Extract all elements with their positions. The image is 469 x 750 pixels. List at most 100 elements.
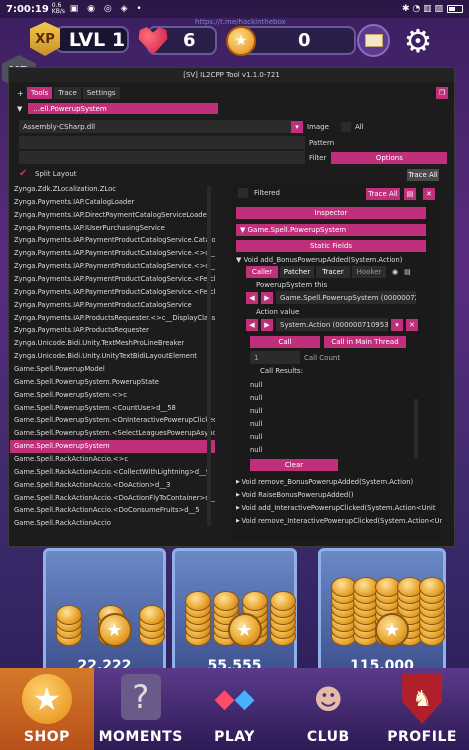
trace-all-button[interactable]: Trace All: [366, 188, 400, 200]
class-list-item[interactable]: Game.Spell.RackActionAccio.<DoActionFlyT…: [10, 492, 215, 505]
class-list-item[interactable]: Zynga.Payments.IAP.ProductsRequester.<>c…: [10, 312, 215, 325]
class-list-item[interactable]: Zynga.Payments.IAP.PaymentProductCatalog…: [10, 247, 215, 260]
class-list-item[interactable]: Game.Spell.PowerupSystem.<OnInteractiveP…: [10, 414, 215, 427]
class-list-item[interactable]: Zynga.Payments.IAP.PaymentProductCatalog…: [10, 286, 215, 299]
list-icon[interactable]: ▤: [404, 268, 411, 276]
class-list-item[interactable]: Game.Spell.PowerupSystem: [10, 440, 215, 454]
mail-button[interactable]: [357, 24, 390, 57]
nav-profile[interactable]: ♞ PROFILE: [375, 668, 469, 750]
tab-caller[interactable]: Caller: [246, 266, 278, 278]
filter-row: Filter Options: [19, 151, 448, 164]
close-icon[interactable]: ✕: [423, 188, 435, 200]
tab-tracer[interactable]: Tracer: [316, 266, 350, 278]
class-list-item[interactable]: Game.Spell.RackActionAccio.<CollectWithL…: [10, 466, 215, 479]
lives-count: 6: [183, 30, 196, 51]
call-count-input[interactable]: 1: [250, 351, 300, 364]
class-list-item[interactable]: Game.Spell.RackActionAccio.<>c: [10, 453, 215, 466]
collapse-arrow-icon[interactable]: ▼: [17, 105, 22, 113]
class-list-item[interactable]: Zynga.Unicode.Bidi.Unity.UnityTextBidiLa…: [10, 350, 215, 363]
coins-pill[interactable]: ★ 0: [226, 25, 356, 56]
call-count-row: 1 Call Count: [250, 351, 340, 364]
action-clear-icon[interactable]: ✕: [406, 318, 418, 331]
clear-button[interactable]: Clear: [250, 459, 338, 471]
tab-settings[interactable]: Settings: [82, 87, 120, 99]
trace-all-top-button[interactable]: Trace All: [407, 169, 439, 181]
action-dropdown-icon[interactable]: ▾: [391, 318, 403, 331]
assembly-select[interactable]: Assembly-CSharp.dll: [19, 120, 291, 133]
tab-trace[interactable]: Trace: [54, 87, 81, 99]
action-next-icon[interactable]: ▶: [261, 318, 273, 331]
coin-packs: ★ 22,222 ★ 55,555 ★ 115,000: [0, 548, 469, 674]
class-list-item[interactable]: Zynga.Payments.IAP.PaymentProductCatalog…: [10, 260, 215, 273]
call-results-list: null null null null null null: [250, 379, 410, 457]
window-menu-icon[interactable]: ❐: [436, 87, 448, 99]
filtered-checkbox[interactable]: [238, 188, 248, 198]
class-list-item[interactable]: Zynga.Payments.IAP.CatalogLoader: [10, 196, 215, 209]
method-row[interactable]: ▶ Void remove_InteractivePowerupClicked(…: [236, 514, 442, 527]
class-list: Zynga.Zdk.ZLocalization.ZLoc Zynga.Paymen…: [10, 183, 215, 535]
save-icon[interactable]: ▤: [404, 188, 416, 200]
watermark-url: https://t.me/hackinthebox: [195, 18, 286, 26]
action-value-field[interactable]: System.Action (000000710953b48: [276, 318, 388, 331]
nav-shop[interactable]: ★ SHOP: [0, 668, 94, 750]
class-list-item[interactable]: Game.Spell.RackActionAccio.<DoAction>d__…: [10, 479, 215, 492]
inspector-button[interactable]: Inspector: [236, 207, 426, 219]
class-list-item[interactable]: Game.Spell.PowerupSystem.<SelectLeaguesP…: [10, 427, 215, 440]
nav-play[interactable]: ◆ ◆ PLAY: [188, 668, 282, 750]
split-layout-checkbox[interactable]: ✔: [19, 169, 29, 179]
assembly-dropdown-icon[interactable]: ▾: [291, 120, 303, 133]
method-row[interactable]: ▶ Void remove_BonusPowerupAdded(System.A…: [236, 475, 442, 488]
class-list-item[interactable]: Zynga.Unicode.Bidi.Unity.TextMeshProLine…: [10, 337, 215, 350]
class-list-item[interactable]: Game.Spell.PowerupSystem.<CountUse>d__58: [10, 402, 215, 415]
shield-crest-icon: ♞: [402, 674, 443, 724]
class-list-item[interactable]: Zynga.Payments.IAP.ProductsRequester: [10, 324, 215, 337]
method-row[interactable]: ▶ Void RaiseBonusPowerupAdded(): [236, 488, 442, 501]
action-prev-icon[interactable]: ◀: [246, 318, 258, 331]
coin-icon: [241, 591, 268, 611]
coin-pack-card[interactable]: ★ 115,000: [318, 548, 446, 674]
results-scrollbar[interactable]: [414, 399, 418, 459]
class-list-item[interactable]: Zynga.Payments.IAP.IUserPurchasingServic…: [10, 222, 215, 235]
method-row[interactable]: ▶ Void add_InteractivePowerupClicked(Sys…: [236, 501, 442, 514]
target-icon[interactable]: ◉: [392, 268, 398, 276]
this-value-field[interactable]: Game.Spell.PowerupSystem (0000007266e: [276, 291, 416, 304]
level-pill[interactable]: LVL 1: [55, 26, 129, 53]
coin-icon: ★: [226, 25, 256, 56]
sub-tab-powerup-system[interactable]: ...ell.PowerupSystem: [28, 103, 219, 114]
call-button[interactable]: Call: [250, 336, 320, 348]
class-list-item[interactable]: Game.Spell.RackActionAccio.<DoConsumeFru…: [10, 504, 215, 517]
class-list-item[interactable]: Game.Spell.PowerupModel: [10, 363, 215, 376]
net-speed: 0.6 KB/s: [51, 2, 65, 15]
tab-patcher[interactable]: Patcher: [280, 266, 314, 278]
this-next-icon[interactable]: ▶: [261, 291, 273, 304]
class-list-scrollbar[interactable]: [207, 186, 211, 526]
call-result-item: null: [250, 394, 263, 402]
tab-hooker[interactable]: Hooker: [352, 266, 386, 278]
tab-tools[interactable]: Tools: [27, 87, 53, 99]
static-fields-button[interactable]: Static Fields: [236, 240, 426, 252]
class-list-item[interactable]: Zynga.Payments.IAP.DirectPaymentCatalogS…: [10, 209, 215, 222]
class-list-item[interactable]: Game.Spell.PowerupSystem.PowerupState: [10, 376, 215, 389]
class-list-item[interactable]: Zynga.Payments.IAP.PaymentProductCatalog…: [10, 299, 215, 312]
class-list-item[interactable]: Zynga.Payments.IAP.PaymentProductCatalog…: [10, 234, 215, 247]
options-button[interactable]: Options: [331, 151, 448, 164]
coin-pack-card[interactable]: ★ 55,555: [172, 548, 297, 674]
pattern-input[interactable]: [19, 136, 305, 149]
class-header[interactable]: ▼ Game.Spell.PowerupSystem: [236, 224, 426, 236]
coin-pack-card[interactable]: ★ 22,222: [43, 548, 166, 674]
tab-add[interactable]: +: [17, 89, 25, 98]
all-checkbox[interactable]: [340, 121, 351, 132]
this-prev-icon[interactable]: ◀: [246, 291, 258, 304]
nav-moments[interactable]: ? MOMENTS: [94, 668, 188, 750]
nav-club[interactable]: ☻ CLUB: [281, 668, 375, 750]
class-list-item[interactable]: Zynga.Payments.IAP.PaymentProductCatalog…: [10, 273, 215, 286]
filter-input[interactable]: [19, 151, 305, 164]
class-list-item[interactable]: Game.Spell.RackActionAccio: [10, 517, 215, 530]
class-list-item[interactable]: Game.Spell.PowerupSystem.<>c: [10, 389, 215, 402]
settings-gear-icon[interactable]: ⚙: [399, 22, 437, 60]
method-open-row[interactable]: ▼ Void add_BonusPowerupAdded(System.Acti…: [236, 256, 402, 264]
method-open-label: Void add_BonusPowerupAdded(System.Action…: [243, 256, 403, 264]
lives-pill[interactable]: 6: [138, 26, 217, 55]
class-list-item[interactable]: Zynga.Zdk.ZLocalization.ZLoc: [10, 183, 215, 196]
call-main-thread-button[interactable]: Call in Main Thread: [324, 336, 406, 348]
